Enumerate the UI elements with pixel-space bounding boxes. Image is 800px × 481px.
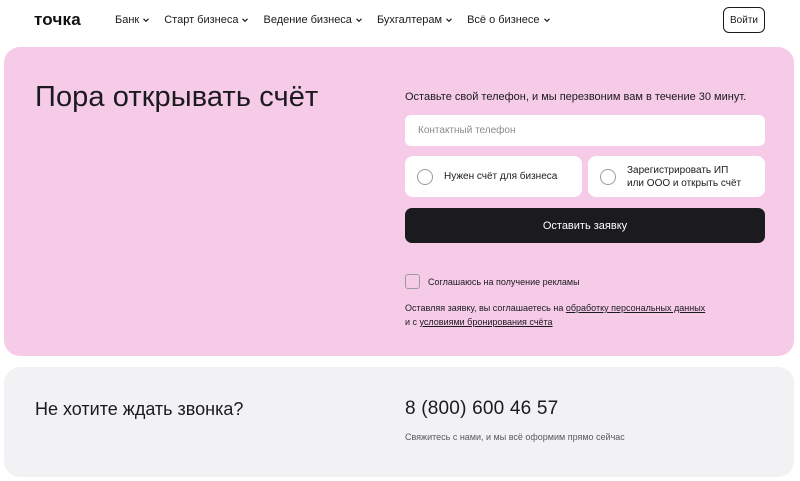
chevron-down-icon	[356, 18, 362, 23]
main-nav: Банк Старт бизнеса Ведение бизнеса Бухга…	[115, 14, 565, 26]
callback-subtitle: Свяжитесь с нами, и мы всё оформим прямо…	[405, 432, 625, 442]
legal-notice: Оставляя заявку, вы соглашаетесь на обра…	[405, 301, 705, 329]
open-account-section: Пора открывать счёт Оставьте свой телефо…	[4, 47, 794, 356]
nav-item-start-business[interactable]: Старт бизнеса	[164, 14, 249, 26]
option-register-and-open[interactable]: Зарегистрировать ИП или ООО и открыть сч…	[588, 156, 765, 197]
callback-section: Не хотите ждать звонка? 8 (800) 600 46 5…	[4, 367, 794, 477]
nav-item-label: Старт бизнеса	[164, 14, 239, 26]
ads-consent-checkbox[interactable]	[405, 274, 420, 289]
login-button[interactable]: Войти	[723, 7, 765, 33]
form-hint: Оставьте свой телефон, и мы перезвоним в…	[405, 91, 747, 103]
callback-title: Не хотите ждать звонка?	[35, 399, 244, 419]
legal-text: Оставляя заявку, вы соглашаетесь на	[405, 303, 566, 313]
radio-button[interactable]	[417, 168, 433, 185]
option-label: Нужен счёт для бизнеса	[444, 171, 558, 182]
option-label-line2: или ООО и открыть счёт	[627, 177, 742, 189]
option-business-account[interactable]: Нужен счёт для бизнеса	[405, 156, 582, 197]
nav-item-running-business[interactable]: Ведение бизнеса	[263, 14, 362, 26]
nav-item-label: Всё о бизнесе	[467, 14, 540, 26]
chevron-down-icon	[242, 18, 249, 23]
option-label: Зарегистрировать ИП или ООО и открыть сч…	[627, 164, 741, 190]
phone-input[interactable]	[405, 115, 765, 146]
personal-data-link[interactable]: обработку персональных данных	[566, 303, 705, 313]
reservation-terms-link[interactable]: условиями бронирования счёта	[420, 317, 553, 327]
radio-button[interactable]	[600, 168, 616, 185]
phone-number-link[interactable]: 8 (800) 600 46 57	[405, 398, 558, 420]
site-header: точка Банк Старт бизнеса Ведение бизнеса…	[0, 0, 800, 42]
nav-item-accountants[interactable]: Бухгалтерам	[377, 14, 453, 26]
page-title: Пора открывать счёт	[35, 81, 319, 113]
nav-item-about-business[interactable]: Всё о бизнесе	[467, 14, 550, 26]
chevron-down-icon	[143, 18, 150, 23]
submit-request-button[interactable]: Оставить заявку	[405, 208, 765, 243]
chevron-down-icon	[446, 18, 452, 23]
nav-item-label: Бухгалтерам	[376, 14, 443, 26]
option-label-line1: Зарегистрировать ИП	[627, 164, 729, 176]
legal-text: и с	[405, 317, 420, 327]
nav-item-label: Банк	[115, 14, 140, 26]
nav-item-bank[interactable]: Банк	[115, 14, 150, 26]
logo[interactable]: точка	[34, 10, 81, 30]
ads-consent-label[interactable]: Соглашаюсь на получение рекламы	[428, 277, 580, 287]
chevron-down-icon	[543, 18, 550, 23]
nav-item-label: Ведение бизнеса	[263, 14, 352, 26]
consent-row: Соглашаюсь на получение рекламы	[405, 274, 580, 289]
